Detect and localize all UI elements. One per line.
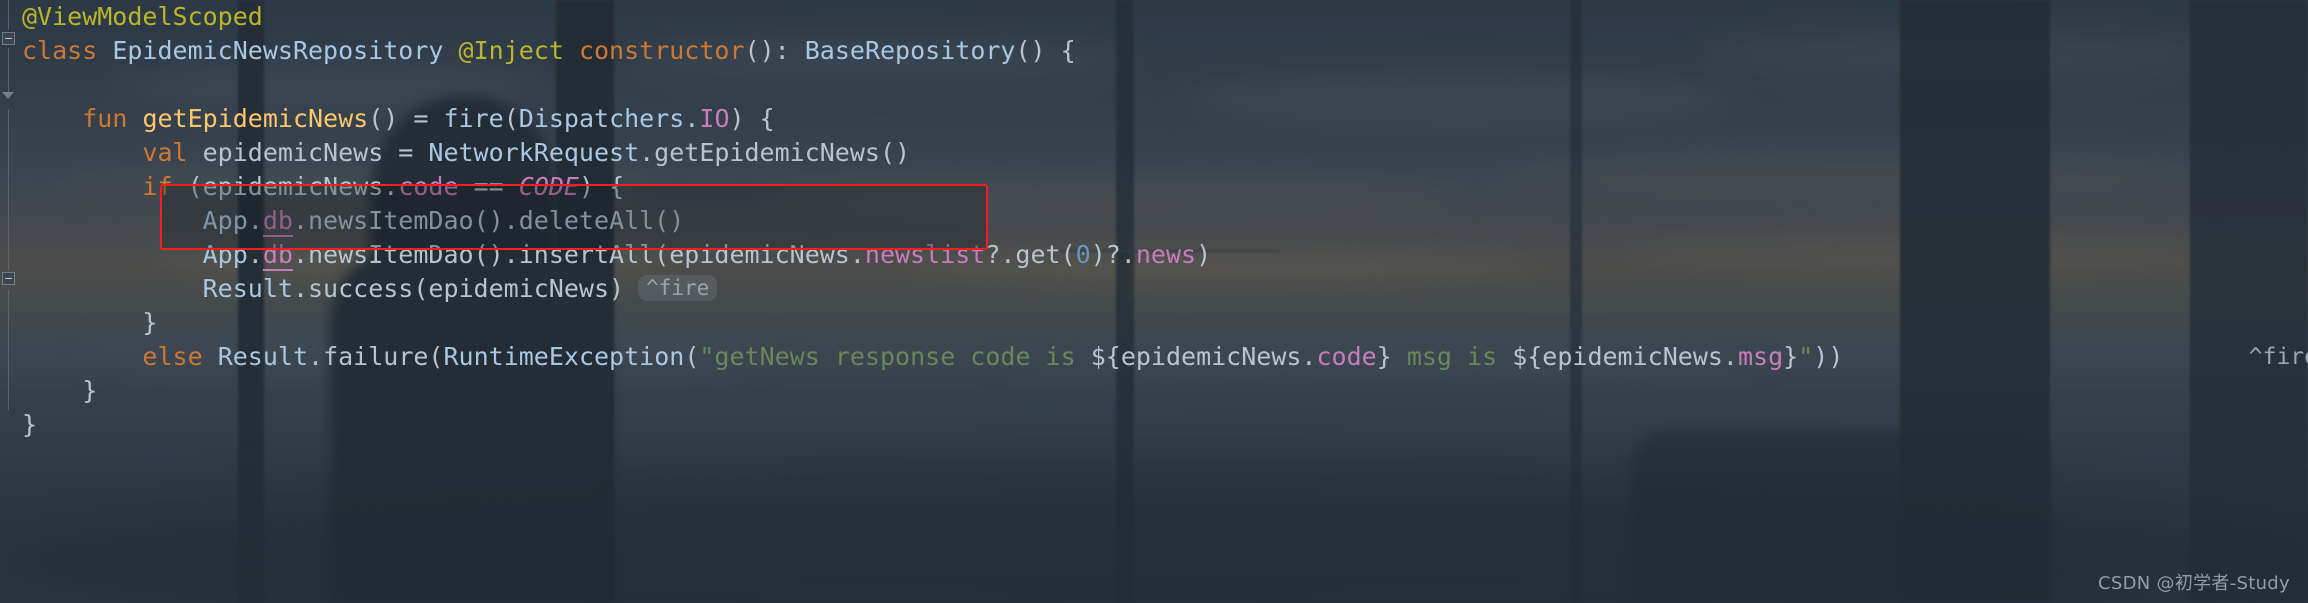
code-token: epidemicNews = <box>187 138 429 167</box>
code-line[interactable]: else Result.failure(RuntimeException("ge… <box>0 340 2308 374</box>
code-token: } <box>1783 342 1799 371</box>
code-token: .getEpidemicNews() <box>639 138 911 167</box>
code-token: ?.get( <box>985 240 1076 269</box>
code-token: .failure( <box>308 342 444 371</box>
code-token: fun <box>82 104 128 133</box>
code-token: code <box>1316 342 1377 371</box>
code-token: ) <box>1196 240 1212 269</box>
code-token: msg <box>1737 342 1784 371</box>
code-token: BaseRepository <box>804 36 1016 65</box>
code-line[interactable]: App.db.newsItemDao().deleteAll() <box>0 204 2308 238</box>
code-token: ) { <box>729 104 775 133</box>
code-token: ) { <box>578 172 625 201</box>
code-token: code <box>398 172 459 201</box>
code-editor-window: @ViewModelScoped class EpidemicNewsReposi… <box>0 0 2308 603</box>
code-token: Result <box>217 342 309 371</box>
code-token: else <box>142 342 203 371</box>
code-token: .newsItemDao().deleteAll() <box>292 206 685 235</box>
code-token: RuntimeException <box>443 342 685 371</box>
code-token: getEpidemicNews <box>142 104 369 133</box>
code-token: () { <box>1015 36 1076 65</box>
inlay-hint-fire-right[interactable]: ^fire <box>2249 340 2308 374</box>
code-token: App <box>202 240 248 269</box>
code-token: } <box>22 376 98 405</box>
code-token: @Inject <box>458 36 564 65</box>
code-token: . <box>247 240 263 269</box>
code-token: (epidemicNews. <box>172 172 399 201</box>
code-token: newslist <box>864 240 986 269</box>
code-line[interactable] <box>0 68 2308 102</box>
code-token: IO <box>699 104 730 133</box>
code-token: CODE <box>518 172 579 201</box>
code-line[interactable]: val epidemicNews = NetworkRequest.getEpi… <box>0 136 2308 170</box>
code-token: msg is <box>1391 342 1513 371</box>
csdn-watermark: CSDN @初学者-Study <box>2097 573 2290 594</box>
code-token: NetworkRequest <box>428 138 640 167</box>
inlay-hint-fire[interactable]: ^fire <box>638 275 718 301</box>
code-token: constructor <box>578 36 745 65</box>
code-token: ( <box>503 104 519 133</box>
code-line[interactable]: } <box>0 306 2308 340</box>
code-token: } <box>22 308 158 337</box>
code-token: . <box>684 104 700 133</box>
code-line[interactable]: } <box>0 374 2308 408</box>
code-token: Result <box>202 274 293 303</box>
code-token: val <box>142 138 188 167</box>
code-line[interactable]: App.db.newsItemDao().insertAll(epidemicN… <box>0 238 2308 272</box>
code-token: news <box>1135 240 1197 269</box>
code-token: } <box>1376 342 1392 371</box>
code-token: db <box>262 240 293 271</box>
code-token: @ViewModelScoped <box>22 2 263 31</box>
code-line[interactable]: @ViewModelScoped <box>0 0 2308 34</box>
code-token: } <box>22 410 38 439</box>
code-token: 0 <box>1075 240 1091 269</box>
code-token: )?. <box>1090 240 1136 269</box>
code-token: (): <box>744 36 805 65</box>
code-token: if <box>142 172 173 201</box>
code-line[interactable]: Result.success(epidemicNews) ^fire <box>0 272 2308 306</box>
code-token: () = <box>368 104 444 133</box>
code-token: fire <box>443 104 504 133</box>
code-token: .newsItemDao().insertAll(epidemicNews. <box>292 240 865 269</box>
code-line[interactable]: class EpidemicNewsRepository @Inject con… <box>0 34 2308 68</box>
code-line[interactable]: fun getEpidemicNews() = fire(Dispatchers… <box>0 102 2308 136</box>
code-token: "getNews response code is <box>699 342 1091 371</box>
code-token: .success(epidemicNews) <box>292 274 625 303</box>
code-token: db <box>262 206 293 237</box>
code-token: . <box>247 206 263 235</box>
code-token: " <box>1798 342 1814 371</box>
code-token: Dispatchers <box>518 104 685 133</box>
code-token: ( <box>684 342 700 371</box>
code-line[interactable]: if (epidemicNews.code == CODE) { <box>0 170 2308 204</box>
code-line[interactable]: } <box>0 408 2308 442</box>
code-token: == <box>458 172 519 201</box>
code-token: ${epidemicNews. <box>1090 342 1317 371</box>
code-token: )) <box>1813 342 1844 371</box>
code-token: class <box>22 36 98 65</box>
code-token: ${epidemicNews. <box>1512 342 1738 371</box>
code-token: EpidemicNewsRepository <box>112 36 444 65</box>
code-token: App <box>202 206 248 235</box>
